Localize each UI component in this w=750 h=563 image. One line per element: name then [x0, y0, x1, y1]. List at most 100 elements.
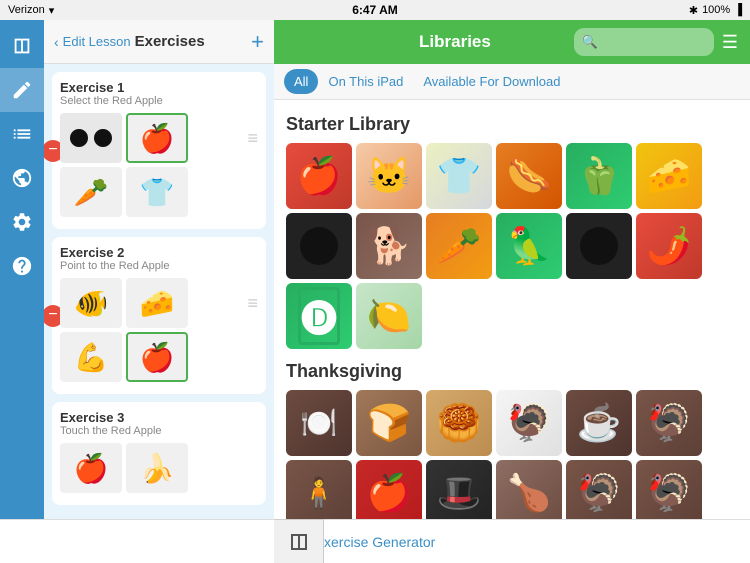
- header-actions: 🔍 ☰: [574, 28, 738, 56]
- exercise-item: Exercise 3 Touch the Red Apple 🍎 🍌: [52, 402, 266, 505]
- exercise-1-label: Exercise 1: [60, 80, 258, 95]
- exercise-item: − Exercise 2 Point to the Red Apple 🐠 🧀 …: [52, 237, 266, 394]
- left-panel: ‹ Edit Lesson Exercises + − Exercise 1 S…: [44, 20, 274, 563]
- battery-icon: ▐: [734, 4, 742, 16]
- bluetooth-icon: ✱: [689, 4, 698, 17]
- list-item[interactable]: 👕: [426, 143, 492, 209]
- exercise-1-cell-apple[interactable]: 🍎: [126, 113, 188, 163]
- add-exercise-button[interactable]: +: [251, 29, 264, 55]
- sidebar-book-icon[interactable]: [0, 24, 44, 68]
- list-item[interactable]: 🌭: [496, 143, 562, 209]
- exercise-2-row-1: 🐠 🧀 ≡: [60, 278, 258, 328]
- starter-library-grid: 🍎 🐱 👕 🌭 🫑 🧀 🐕 🥕 🦜 🌶️ 🅓 🍋: [286, 143, 738, 349]
- exercise-list: − Exercise 1 Select the Red Apple 🍎 ≡ 🥕: [44, 64, 274, 563]
- exercise-2-cell-fish[interactable]: 🐠: [60, 278, 122, 328]
- back-chevron-icon[interactable]: ‹: [54, 34, 59, 50]
- header-left: ‹ Edit Lesson Exercises: [54, 33, 205, 50]
- exercise-1-cell-shirt[interactable]: 👕: [126, 167, 188, 217]
- list-item[interactable]: 🌶️: [636, 213, 702, 279]
- list-item[interactable]: 🍎: [356, 460, 422, 526]
- exercise-1-cell-carrot[interactable]: 🥕: [60, 167, 122, 217]
- libraries-header: Libraries 🔍 ☰: [274, 20, 750, 64]
- list-item[interactable]: 🦃: [636, 460, 702, 526]
- list-item[interactable]: 🐕: [356, 213, 422, 279]
- status-right: ✱ 100% ▐: [689, 4, 742, 17]
- edit-lesson-label[interactable]: Edit Lesson: [63, 34, 131, 49]
- exercise-1-row-2: 🥕 👕: [60, 167, 258, 217]
- thanksgiving-title: Thanksgiving: [286, 361, 738, 382]
- battery-label: 100%: [702, 4, 730, 16]
- wifi-icon: ▾: [49, 4, 55, 17]
- exercise-1-row-1: 🍎 ≡: [60, 113, 258, 163]
- list-item[interactable]: 🍎: [286, 143, 352, 209]
- list-item[interactable]: 🧍: [286, 460, 352, 526]
- exercise-2-label: Exercise 2: [60, 245, 258, 260]
- status-bar: Verizon ▾ 6:47 AM ✱ 100% ▐: [0, 0, 750, 20]
- exercise-3-sub: Touch the Red Apple: [60, 425, 258, 437]
- sidebar-question-icon[interactable]: [0, 244, 44, 288]
- lesson-title: Exercises: [135, 33, 205, 50]
- list-item[interactable]: ☕: [566, 390, 632, 456]
- drag-handle-1: ≡: [247, 113, 258, 163]
- fish-image: 🐠: [60, 278, 122, 328]
- status-left: Verizon ▾: [8, 4, 54, 17]
- list-item[interactable]: 🍞: [356, 390, 422, 456]
- filter-all-tab[interactable]: All: [284, 69, 318, 94]
- library-content: Starter Library 🍎 🐱 👕 🌭 🫑 🧀 🐕 🥕 🦜 🌶️ 🅓 🍋…: [274, 100, 750, 563]
- list-item[interactable]: 🦜: [496, 213, 562, 279]
- exercise-2-sub: Point to the Red Apple: [60, 260, 258, 272]
- exercise-footer: Exercise Generator: [0, 519, 750, 563]
- exercise-2-row-2: 💪 🍎: [60, 332, 258, 382]
- list-item[interactable]: 🐱: [356, 143, 422, 209]
- cheese-image: 🧀: [126, 278, 188, 328]
- library-switcher-button[interactable]: [274, 519, 324, 563]
- list-item[interactable]: 🎩: [426, 460, 492, 526]
- exercise-2-cell-apple[interactable]: 🍎: [126, 332, 188, 382]
- exercise-2-cell-cheese[interactable]: 🧀: [126, 278, 188, 328]
- left-header: ‹ Edit Lesson Exercises +: [44, 20, 274, 64]
- exercise-generator-button[interactable]: Exercise Generator: [315, 534, 436, 550]
- banana-image: 🍌: [126, 443, 188, 493]
- exercise-3-cell-apple[interactable]: 🍎: [60, 443, 122, 493]
- thanksgiving-grid: 🍽️ 🍞 🥮 🦃 ☕ 🦃 🧍 🍎 🎩 🍗 🦃 🦃: [286, 390, 738, 526]
- list-item[interactable]: 🍗: [496, 460, 562, 526]
- apple-image: 🍎: [128, 115, 186, 161]
- list-item[interactable]: [286, 213, 352, 279]
- filter-download-tab[interactable]: Available For Download: [413, 69, 570, 94]
- apple-image-3: 🍎: [60, 443, 122, 493]
- list-item[interactable]: 🦃: [566, 460, 632, 526]
- exercise-3-cell-banana[interactable]: 🍌: [126, 443, 188, 493]
- libraries-title: Libraries: [336, 32, 574, 52]
- list-item[interactable]: 🅓: [286, 283, 352, 349]
- drag-handle-2: ≡: [247, 278, 258, 328]
- status-time: 6:47 AM: [352, 3, 398, 17]
- exercise-2-cell-arm[interactable]: 💪: [60, 332, 122, 382]
- carrier-label: Verizon: [8, 4, 45, 16]
- list-item[interactable]: 🥕: [426, 213, 492, 279]
- arm-image: 💪: [60, 332, 122, 382]
- sidebar-globe-icon[interactable]: [0, 156, 44, 200]
- right-panel: Libraries 🔍 ☰ All On This iPad Available…: [274, 20, 750, 563]
- list-item[interactable]: 🫑: [566, 143, 632, 209]
- list-item[interactable]: 🦃: [496, 390, 562, 456]
- list-item[interactable]: 🍋: [356, 283, 422, 349]
- exercise-3-label: Exercise 3: [60, 410, 258, 425]
- exercise-1-cell-dots[interactable]: [60, 113, 122, 163]
- list-item[interactable]: 🦃: [636, 390, 702, 456]
- shirt-image: 👕: [126, 167, 188, 217]
- list-item[interactable]: 🧀: [636, 143, 702, 209]
- list-item[interactable]: 🥮: [426, 390, 492, 456]
- search-icon: 🔍: [582, 34, 598, 50]
- icon-sidebar: [0, 20, 44, 563]
- sidebar-gear-icon[interactable]: [0, 200, 44, 244]
- list-view-icon[interactable]: ☰: [722, 32, 738, 53]
- filter-ipad-tab[interactable]: On This iPad: [318, 69, 413, 94]
- search-bar[interactable]: 🔍: [574, 28, 714, 56]
- exercise-1-sub: Select the Red Apple: [60, 95, 258, 107]
- carrot-image: 🥕: [60, 167, 122, 217]
- list-item[interactable]: 🍽️: [286, 390, 352, 456]
- list-item[interactable]: [566, 213, 632, 279]
- sidebar-list-icon[interactable]: [0, 112, 44, 156]
- exercise-item: − Exercise 1 Select the Red Apple 🍎 ≡ 🥕: [52, 72, 266, 229]
- sidebar-pencil-icon[interactable]: [0, 68, 44, 112]
